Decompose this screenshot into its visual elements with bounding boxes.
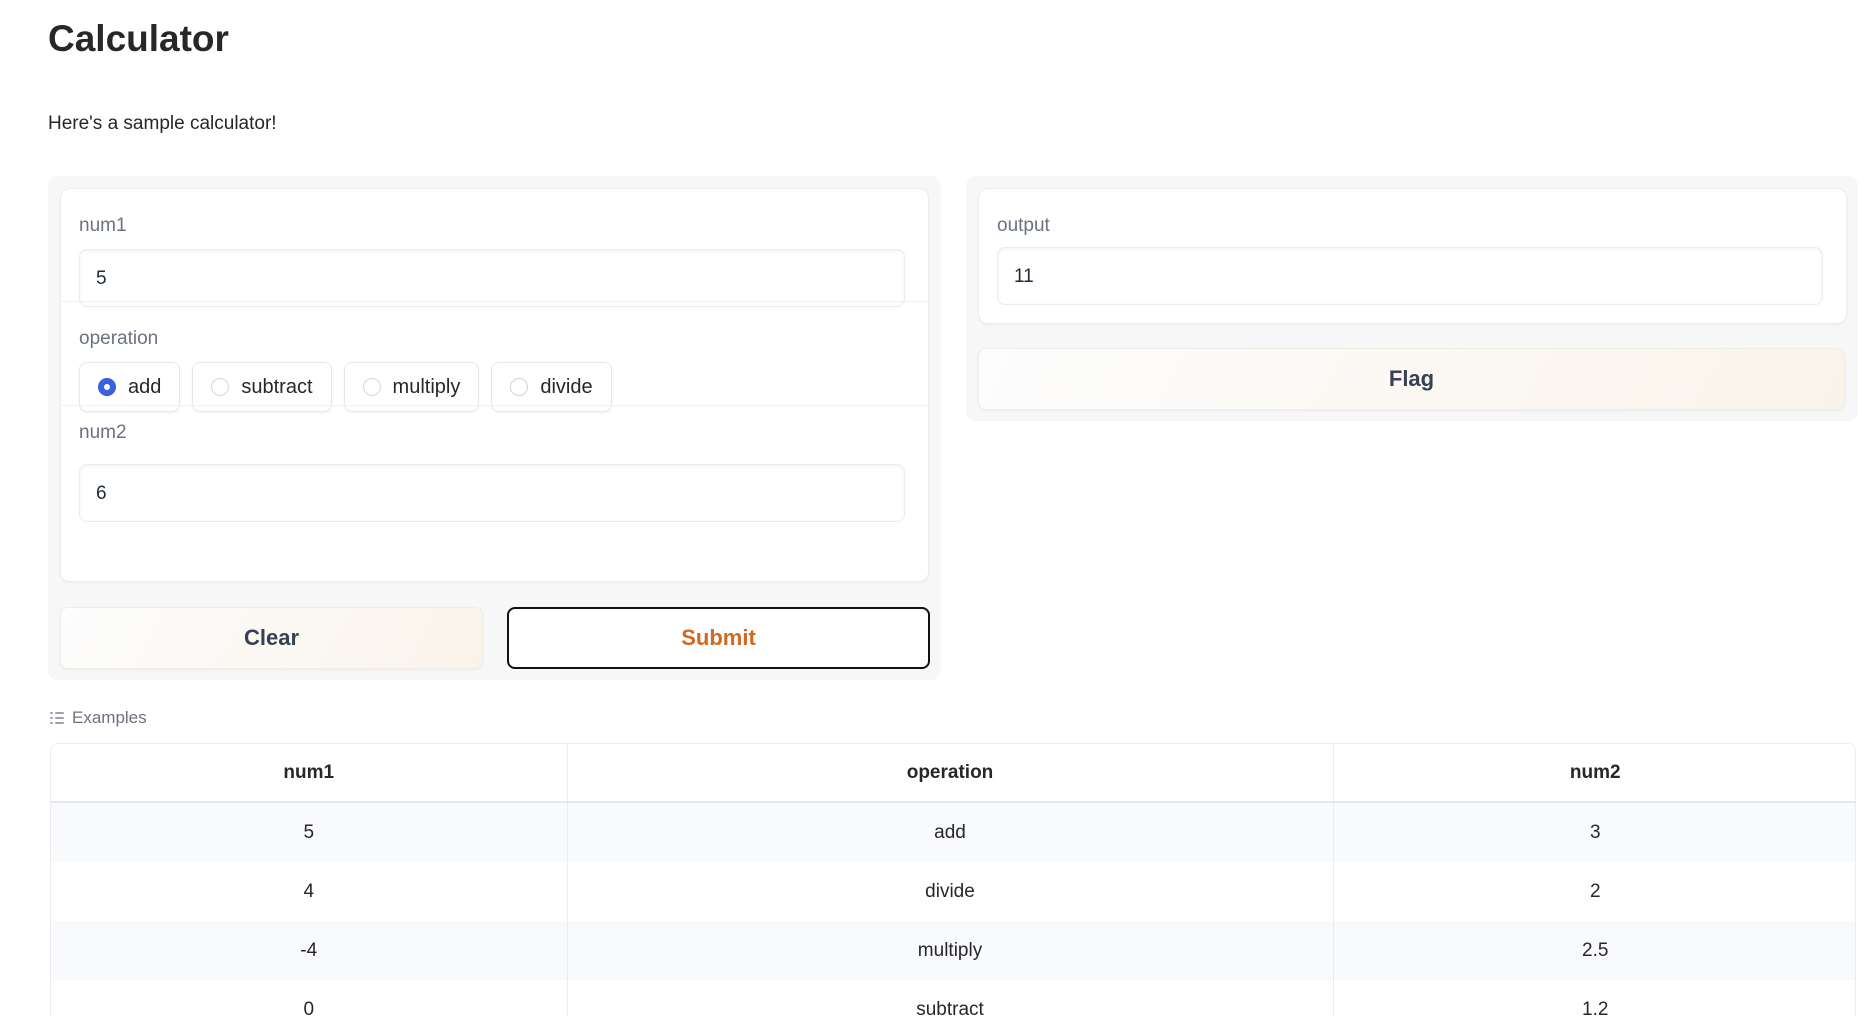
list-icon <box>50 711 64 725</box>
output-panel: output 11 Flag <box>966 176 1858 421</box>
num2-field: num2 6 <box>61 405 928 581</box>
num1-field: num1 5 <box>61 189 928 307</box>
operation-field: operation add subtract multiply divide <box>61 301 928 412</box>
cell-num1: 0 <box>51 980 568 1016</box>
submit-button[interactable]: Submit <box>507 607 930 669</box>
output-label: output <box>997 215 1050 236</box>
radio-unchecked-icon <box>211 378 230 396</box>
cell-num1: 4 <box>51 862 568 921</box>
table-row[interactable]: 0 subtract 1.2 <box>51 980 1855 1016</box>
cell-operation: add <box>567 802 1334 862</box>
column-header-operation: operation <box>567 744 1334 803</box>
num1-label: num1 <box>79 215 127 236</box>
cell-num2: 1.2 <box>1333 980 1855 1016</box>
cell-operation: subtract <box>567 980 1334 1016</box>
num2-label: num2 <box>79 422 127 443</box>
table-row[interactable]: 5 add 3 <box>51 802 1855 862</box>
radio-divide-label: divide <box>540 375 593 398</box>
radio-unchecked-icon <box>510 378 529 396</box>
cell-num1: -4 <box>51 921 568 980</box>
radio-subtract-label: subtract <box>241 375 313 398</box>
app-root: Calculator Here's a sample calculator! n… <box>0 0 1869 1016</box>
radio-checked-icon <box>98 378 116 396</box>
num1-input[interactable]: 5 <box>79 249 905 307</box>
page-description: Here's a sample calculator! <box>48 113 277 134</box>
column-header-num2: num2 <box>1333 744 1855 803</box>
input-panel: num1 5 operation add subtract multiply d… <box>48 176 941 680</box>
cell-operation: divide <box>567 862 1334 921</box>
examples-table: num1 operation num2 5 add 3 4 divide 2 -… <box>50 743 1856 1016</box>
output-block: output 11 <box>978 188 1847 324</box>
cell-num2: 2 <box>1333 862 1855 921</box>
flag-button[interactable]: Flag <box>978 348 1845 410</box>
page-title: Calculator <box>48 18 229 59</box>
examples-header: Examples <box>50 708 147 728</box>
num2-input[interactable]: 6 <box>79 464 905 522</box>
cell-num2: 3 <box>1333 802 1855 862</box>
radio-add-label: add <box>128 375 162 398</box>
clear-button[interactable]: Clear <box>60 607 483 669</box>
table-row[interactable]: -4 multiply 2.5 <box>51 921 1855 980</box>
cell-operation: multiply <box>567 921 1334 980</box>
radio-multiply-label: multiply <box>392 375 461 398</box>
output-field[interactable]: 11 <box>997 247 1823 305</box>
examples-title: Examples <box>72 708 147 727</box>
radio-unchecked-icon <box>362 378 381 396</box>
input-form: num1 5 operation add subtract multiply d… <box>60 188 929 582</box>
cell-num1: 5 <box>51 802 568 862</box>
table-header-row: num1 operation num2 <box>51 744 1855 803</box>
table-row[interactable]: 4 divide 2 <box>51 862 1855 921</box>
cell-num2: 2.5 <box>1333 921 1855 980</box>
column-header-num1: num1 <box>51 744 568 803</box>
operation-label: operation <box>79 328 159 349</box>
